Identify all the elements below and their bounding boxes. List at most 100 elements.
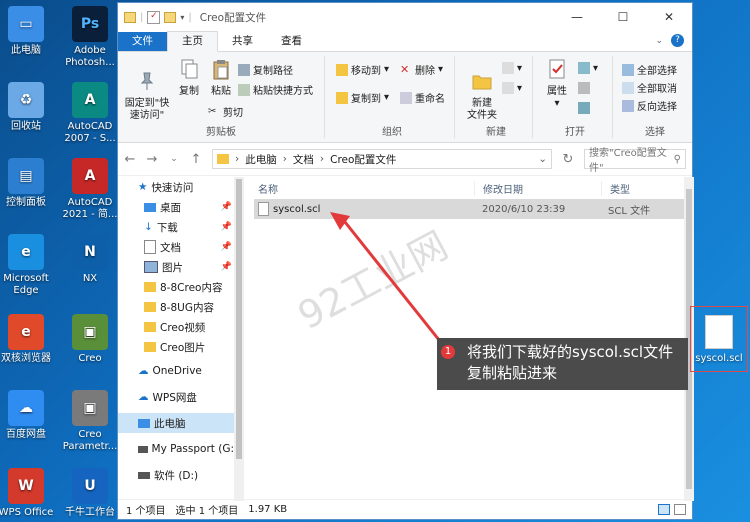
sidebar-item-quick-access[interactable]: ★ 快速访问	[118, 177, 234, 197]
desktop-icon-autocad2021[interactable]: A AutoCAD 2021 - 简...	[58, 158, 122, 221]
delete-button[interactable]: ✕ 删除 ▾	[400, 62, 443, 77]
ribbon-group-new: 新建 文件夹 ▾ ▾ 新建	[460, 56, 533, 138]
desktop-icon-creo[interactable]: ▣ Creo	[58, 314, 122, 365]
properties-button[interactable]: 属性 ▾	[542, 58, 572, 110]
desktop-icon-nx[interactable]: N NX	[58, 234, 122, 285]
move-to-icon	[336, 63, 348, 76]
address-bar[interactable]: › 此电脑 › 文档 › Creo配置文件 ⌄	[212, 149, 552, 169]
desktop-icon-this-pc[interactable]: ▭ 此电脑	[0, 6, 58, 57]
column-header-type[interactable]: 类型	[601, 180, 630, 196]
desktop-icon-photoshop[interactable]: Ps Adobe Photosh...	[58, 6, 122, 69]
sidebar-item-folder[interactable]: Creo图片	[118, 337, 234, 357]
paste-icon	[213, 60, 229, 80]
tab-home[interactable]: 主页	[167, 31, 218, 52]
desktop-icon-browser[interactable]: e 双核浏览器	[0, 314, 58, 365]
sidebar-item-desktop[interactable]: 桌面 📌	[118, 197, 234, 217]
desktop-icon-qianniu[interactable]: U 千牛工作台	[58, 468, 122, 519]
invert-selection-button[interactable]: 反向选择	[622, 98, 677, 113]
breadcrumb-documents[interactable]: 文档	[293, 152, 314, 167]
pin-icon[interactable]: 📌	[221, 202, 232, 212]
copy-to-button[interactable]: 复制到 ▾	[336, 90, 389, 105]
sidebar-item-wps-cloud[interactable]: ☁ WPS网盘	[118, 387, 234, 407]
copy-button[interactable]: 复制	[174, 58, 204, 98]
tab-view[interactable]: 查看	[267, 32, 316, 51]
sidebar-item-drive[interactable]: My Passport (G:	[118, 439, 234, 459]
maximize-button[interactable]: ☐	[600, 3, 646, 31]
close-button[interactable]: ✕	[646, 3, 692, 31]
ribbon-group-label: 剪贴板	[206, 127, 236, 138]
new-item-button[interactable]: ▾	[502, 62, 522, 74]
control-panel-icon: ▤	[8, 158, 44, 194]
column-header-name[interactable]: 名称	[254, 181, 474, 196]
move-to-button[interactable]: 移动到 ▾	[336, 62, 389, 77]
column-header-date[interactable]: 修改日期	[474, 180, 601, 196]
desktop-icon-creo-parametric[interactable]: ▣ Creo Parametr...	[58, 390, 122, 453]
desktop-icon-edge[interactable]: e Microsoft Edge	[0, 234, 58, 297]
edit-button[interactable]	[578, 82, 590, 94]
cut-button[interactable]: ✂ 剪切	[208, 104, 243, 120]
sidebar-item-documents[interactable]: 文档 📌	[118, 237, 234, 257]
sidebar-item-drive[interactable]: 软件 (D:)	[118, 465, 234, 485]
up-arrow-icon[interactable]: ↑	[190, 152, 202, 167]
sidebar-item-downloads[interactable]: ↓ 下载 📌	[118, 217, 234, 237]
desktop-icon-baidu-netdisk[interactable]: ☁ 百度网盘	[0, 390, 58, 441]
help-icon[interactable]: ?	[671, 34, 684, 47]
pin-icon[interactable]: 📌	[221, 262, 232, 272]
annotation-number-badge: 1	[441, 345, 455, 359]
minimize-button[interactable]: —	[554, 3, 600, 31]
new-folder-quick-icon[interactable]	[164, 11, 177, 23]
sidebar-item-onedrive[interactable]: ☁ OneDrive	[118, 361, 234, 381]
history-button[interactable]	[578, 102, 590, 114]
paste-shortcut-button[interactable]: 粘贴快捷方式	[238, 82, 313, 97]
select-all-button[interactable]: 全部选择	[622, 62, 677, 77]
recent-locations-icon[interactable]: ⌄	[168, 154, 180, 164]
desktop-icon-control-panel[interactable]: ▤ 控制面板	[0, 158, 58, 209]
sidebar-item-this-pc[interactable]: 此电脑	[118, 413, 234, 433]
table-row[interactable]: syscol.scl 2020/6/10 23:39 SCL 文件	[254, 199, 684, 219]
new-folder-button[interactable]: 新建 文件夹	[464, 58, 500, 122]
select-all-icon	[622, 63, 634, 76]
desktop-icon-autocad2007[interactable]: A AutoCAD 2007 - S...	[58, 82, 122, 145]
title-bar[interactable]: | ✓ ▾ | Creo配置文件 — ☐ ✕	[118, 3, 692, 31]
large-icons-view-icon[interactable]	[674, 504, 686, 515]
sidebar-item-folder[interactable]: Creo视频	[118, 317, 234, 337]
history-icon	[578, 102, 590, 114]
chevron-down-icon[interactable]: ⌄	[655, 36, 663, 46]
rename-button[interactable]: 重命名	[400, 90, 445, 105]
customize-quick-access-icon[interactable]: ▾	[180, 13, 184, 22]
search-input[interactable]: 搜索"Creo配置文件" ⚲	[584, 148, 686, 174]
pin-quick-access-button[interactable]: 固定到"快 速访问"	[122, 58, 172, 122]
sidebar-item-folder[interactable]: 8-8Creo内容	[118, 277, 234, 297]
breadcrumb-this-pc[interactable]: 此电脑	[245, 152, 277, 167]
pin-icon[interactable]: 📌	[221, 242, 232, 252]
nx-icon: N	[72, 234, 108, 270]
sidebar-item-folder[interactable]: 8-8UG内容	[118, 297, 234, 317]
back-arrow-icon[interactable]: ←	[124, 152, 136, 167]
sidebar-item-pictures[interactable]: 图片 📌	[118, 257, 234, 277]
pin-icon[interactable]: 📌	[221, 222, 232, 232]
copy-path-icon	[238, 63, 250, 76]
invert-selection-icon	[622, 99, 634, 112]
open-button[interactable]: ▾	[578, 62, 598, 74]
ribbon-group-label: 打开	[565, 127, 585, 138]
address-dropdown-icon[interactable]: ⌄	[538, 153, 551, 165]
refresh-icon[interactable]: ↻	[562, 152, 574, 167]
sidebar-scrollbar[interactable]	[234, 177, 244, 501]
breadcrumb-creo-config[interactable]: Creo配置文件	[330, 152, 396, 167]
forward-arrow-icon[interactable]: →	[146, 152, 158, 167]
select-none-button[interactable]: 全部取消	[622, 80, 677, 95]
desktop-icon-recycle-bin[interactable]: ♻ 回收站	[0, 82, 58, 133]
copy-to-icon	[336, 91, 348, 104]
desktop-file-syscol[interactable]: syscol.scl	[690, 306, 748, 372]
desktop-icon-wps[interactable]: W WPS Office	[0, 468, 58, 519]
tab-share[interactable]: 共享	[218, 32, 267, 51]
properties-quick-icon[interactable]: ✓	[147, 10, 161, 24]
tab-file[interactable]: 文件	[118, 32, 167, 51]
wps-cloud-icon: ☁	[138, 391, 149, 403]
scroll-thumb[interactable]	[236, 179, 242, 459]
copy-path-button[interactable]: 复制路径	[238, 62, 293, 77]
file-date-cell: 2020/6/10 23:39	[482, 203, 566, 215]
paste-button[interactable]: 粘贴	[206, 58, 236, 98]
details-view-icon[interactable]	[658, 504, 670, 515]
easy-access-button[interactable]: ▾	[502, 82, 522, 94]
